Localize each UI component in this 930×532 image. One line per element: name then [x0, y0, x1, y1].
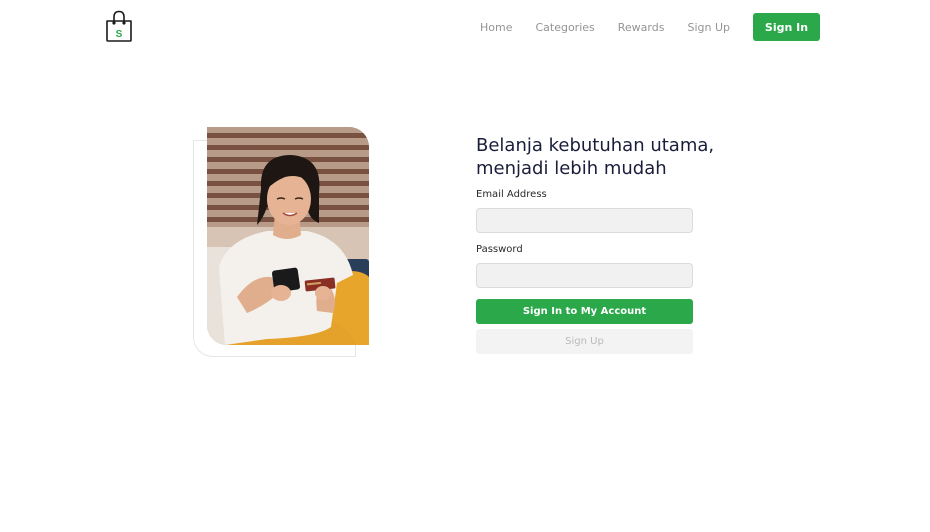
title-line-2: menjadi lebih mudah — [476, 158, 667, 179]
nav-link-categories[interactable]: Categories — [535, 21, 594, 34]
sign-in-form: Belanja kebutuhan utama, menjadi lebih m… — [476, 134, 715, 354]
logo-link[interactable]: S — [104, 9, 134, 43]
nav-sign-in-button[interactable]: Sign In — [753, 13, 820, 41]
sign-in-submit-button[interactable]: Sign In to My Account — [476, 299, 693, 324]
password-field[interactable] — [476, 263, 693, 288]
title-line-1: Belanja kebutuhan utama, — [476, 135, 715, 156]
sign-up-button[interactable]: Sign Up — [476, 329, 693, 354]
top-navbar: S Home Categories Rewards Sign Up Sign I… — [0, 0, 930, 54]
nav-links: Home Categories Rewards Sign Up Sign In — [480, 13, 820, 41]
nav-link-rewards[interactable]: Rewards — [618, 21, 665, 34]
email-label: Email Address — [476, 189, 547, 200]
nav-link-sign-up[interactable]: Sign Up — [687, 21, 730, 34]
email-field[interactable] — [476, 208, 693, 233]
logo-letter: S — [116, 29, 123, 40]
page-title: Belanja kebutuhan utama, menjadi lebih m… — [476, 134, 715, 180]
shopping-bag-icon: S — [106, 10, 132, 42]
hero-photo — [207, 127, 369, 345]
password-label: Password — [476, 244, 523, 255]
nav-link-home[interactable]: Home — [480, 21, 512, 34]
woman-with-phone-and-credit-card-photo — [207, 127, 369, 345]
